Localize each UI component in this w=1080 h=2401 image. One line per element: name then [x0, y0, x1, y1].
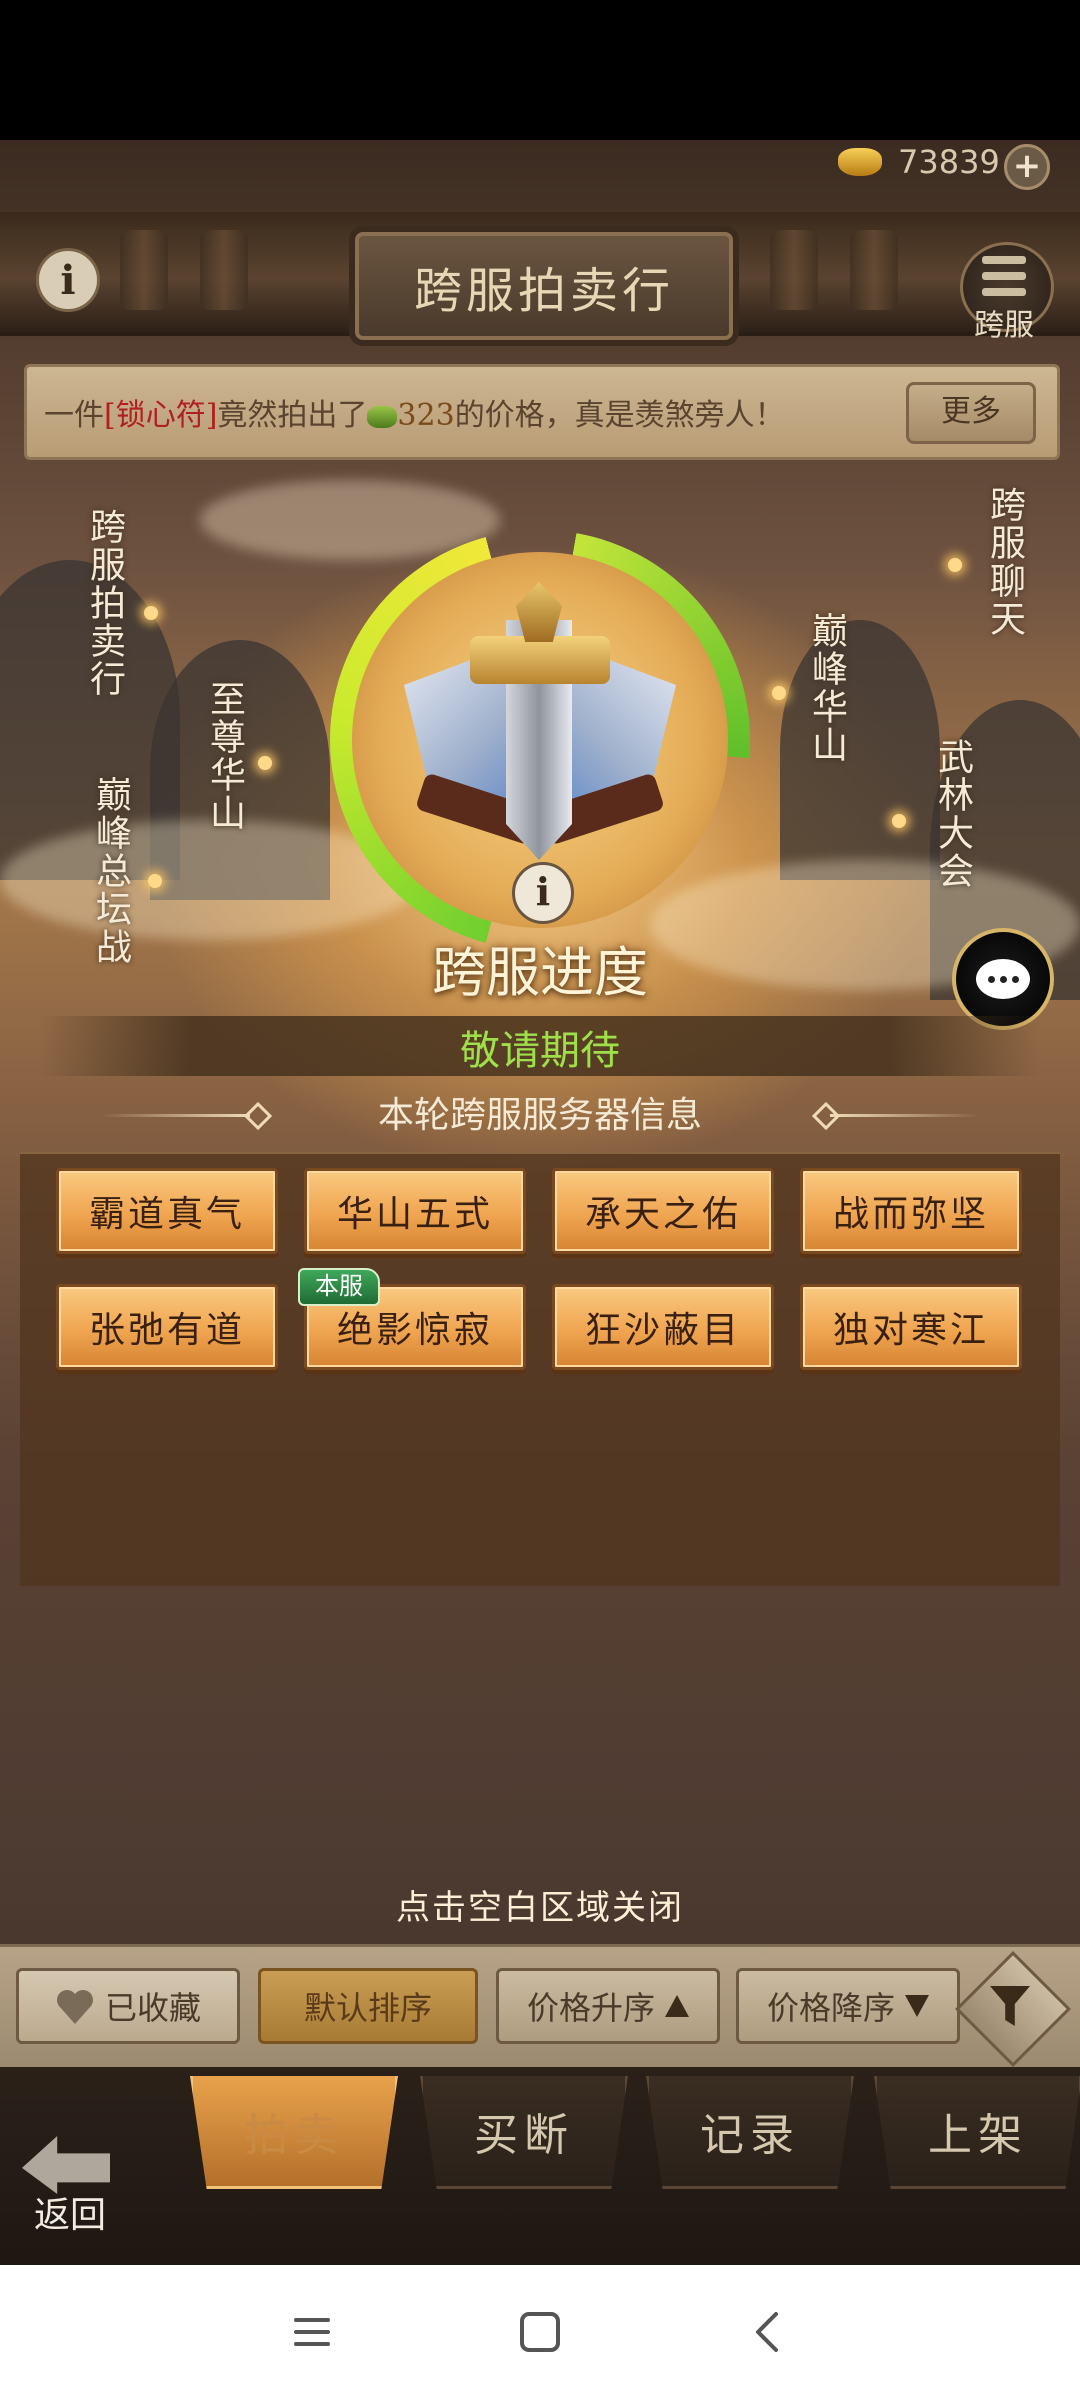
map-node-dot	[948, 558, 962, 572]
tab-buyout[interactable]: 买断	[420, 2076, 628, 2189]
server-button[interactable]: 承天之佑	[552, 1168, 774, 1254]
chat-button[interactable]	[952, 928, 1054, 1030]
ticker-price: 323	[397, 398, 455, 433]
price-descending-button[interactable]: 价格降序	[736, 1968, 960, 2044]
map-node-dot	[144, 606, 158, 620]
server-button[interactable]: 华山五式	[304, 1168, 526, 1254]
current-server-badge: 本服	[298, 1268, 380, 1306]
tab-list-item[interactable]: 上架	[874, 2076, 1080, 2189]
header-roll-decoration	[850, 230, 898, 310]
server-info-header: 本轮跨服服务器信息	[377, 1095, 702, 1136]
map-node-dot	[772, 686, 786, 700]
server-button[interactable]: 霸道真气	[56, 1168, 278, 1254]
price-ascending-label: 价格升序	[526, 1989, 655, 2027]
header-roll-decoration	[770, 230, 818, 310]
map-node-dot	[258, 756, 272, 770]
ticker-item-name: [锁心符]	[104, 398, 218, 433]
header-roll-decoration	[120, 230, 168, 310]
ticker-middle: 竟然拍出了	[217, 398, 368, 433]
tab-records[interactable]: 记录	[646, 2076, 854, 2189]
menu-icon	[982, 256, 1026, 264]
sort-down-icon	[905, 1995, 929, 2017]
server-button[interactable]: 战而弥坚	[800, 1168, 1022, 1254]
add-currency-button[interactable]: +	[1004, 144, 1050, 190]
menu-icon	[982, 288, 1026, 296]
map-node-cross-server-chat[interactable]: 跨服聊天	[978, 486, 1030, 638]
currency-value: 73839	[898, 143, 1000, 181]
sort-up-icon	[665, 1995, 689, 2017]
home-icon[interactable]	[518, 2310, 562, 2354]
top-black-bar	[0, 0, 1080, 140]
price-ascending-button[interactable]: 价格升序	[496, 1968, 720, 2044]
header-roll-decoration	[200, 230, 248, 310]
chat-bubble-icon	[976, 959, 1030, 999]
map-node-dot	[148, 874, 162, 888]
info-icon: i	[60, 256, 76, 304]
info-icon: i	[535, 869, 551, 914]
map-node-peak-altar-battle[interactable]: 巅峰总坛战	[84, 776, 136, 966]
map-node-supreme-huashan[interactable]: 至尊华山	[198, 680, 250, 832]
page-title: 跨服拍卖行	[355, 232, 733, 340]
progress-info-button[interactable]: i	[512, 862, 574, 924]
favorites-label: 已收藏	[104, 1989, 201, 2027]
default-sort-button[interactable]: 默认排序	[258, 1968, 478, 2044]
server-button[interactable]: 狂沙蔽目	[552, 1284, 774, 1370]
recent-apps-icon[interactable]	[290, 2310, 334, 2354]
ticker-suffix: 的价格，真是羡煞旁人！	[454, 398, 785, 433]
sword-guard	[470, 636, 610, 684]
menu-label: 跨服	[974, 308, 1034, 343]
favorites-button[interactable]: 已收藏	[16, 1968, 240, 2044]
server-button[interactable]: 独对寒江	[800, 1284, 1022, 1370]
progress-title: 跨服进度	[432, 941, 648, 1004]
heart-icon	[55, 1988, 95, 2024]
more-news-button[interactable]: 更多	[906, 382, 1036, 444]
map-node-martial-conference[interactable]: 武林大会	[926, 738, 978, 890]
ticker-message: 一件[锁心符]竟然拍出了 323的价格，真是羡煞旁人！	[44, 390, 785, 434]
map-node-dot	[892, 814, 906, 828]
back-label: 返回	[33, 2195, 106, 2236]
server-button[interactable]: 张弛有道	[56, 1284, 278, 1370]
menu-icon	[982, 272, 1026, 280]
price-descending-label: 价格降序	[766, 1989, 895, 2027]
gold-ingot-icon	[838, 148, 882, 176]
map-node-cross-server-auction[interactable]: 跨服拍卖行	[78, 508, 130, 698]
back-nav-icon[interactable]	[746, 2310, 790, 2354]
progress-status: 敬请期待	[460, 1028, 620, 1074]
jade-coin-icon	[367, 406, 398, 428]
map-node-peak-huashan[interactable]: 巅峰华山	[800, 612, 852, 764]
close-hint[interactable]: 点击空白区域关闭	[0, 1880, 1080, 1929]
tab-auction[interactable]: 拍卖	[190, 2076, 398, 2189]
info-button[interactable]: i	[36, 248, 100, 312]
ticker-prefix: 一件	[44, 398, 104, 433]
